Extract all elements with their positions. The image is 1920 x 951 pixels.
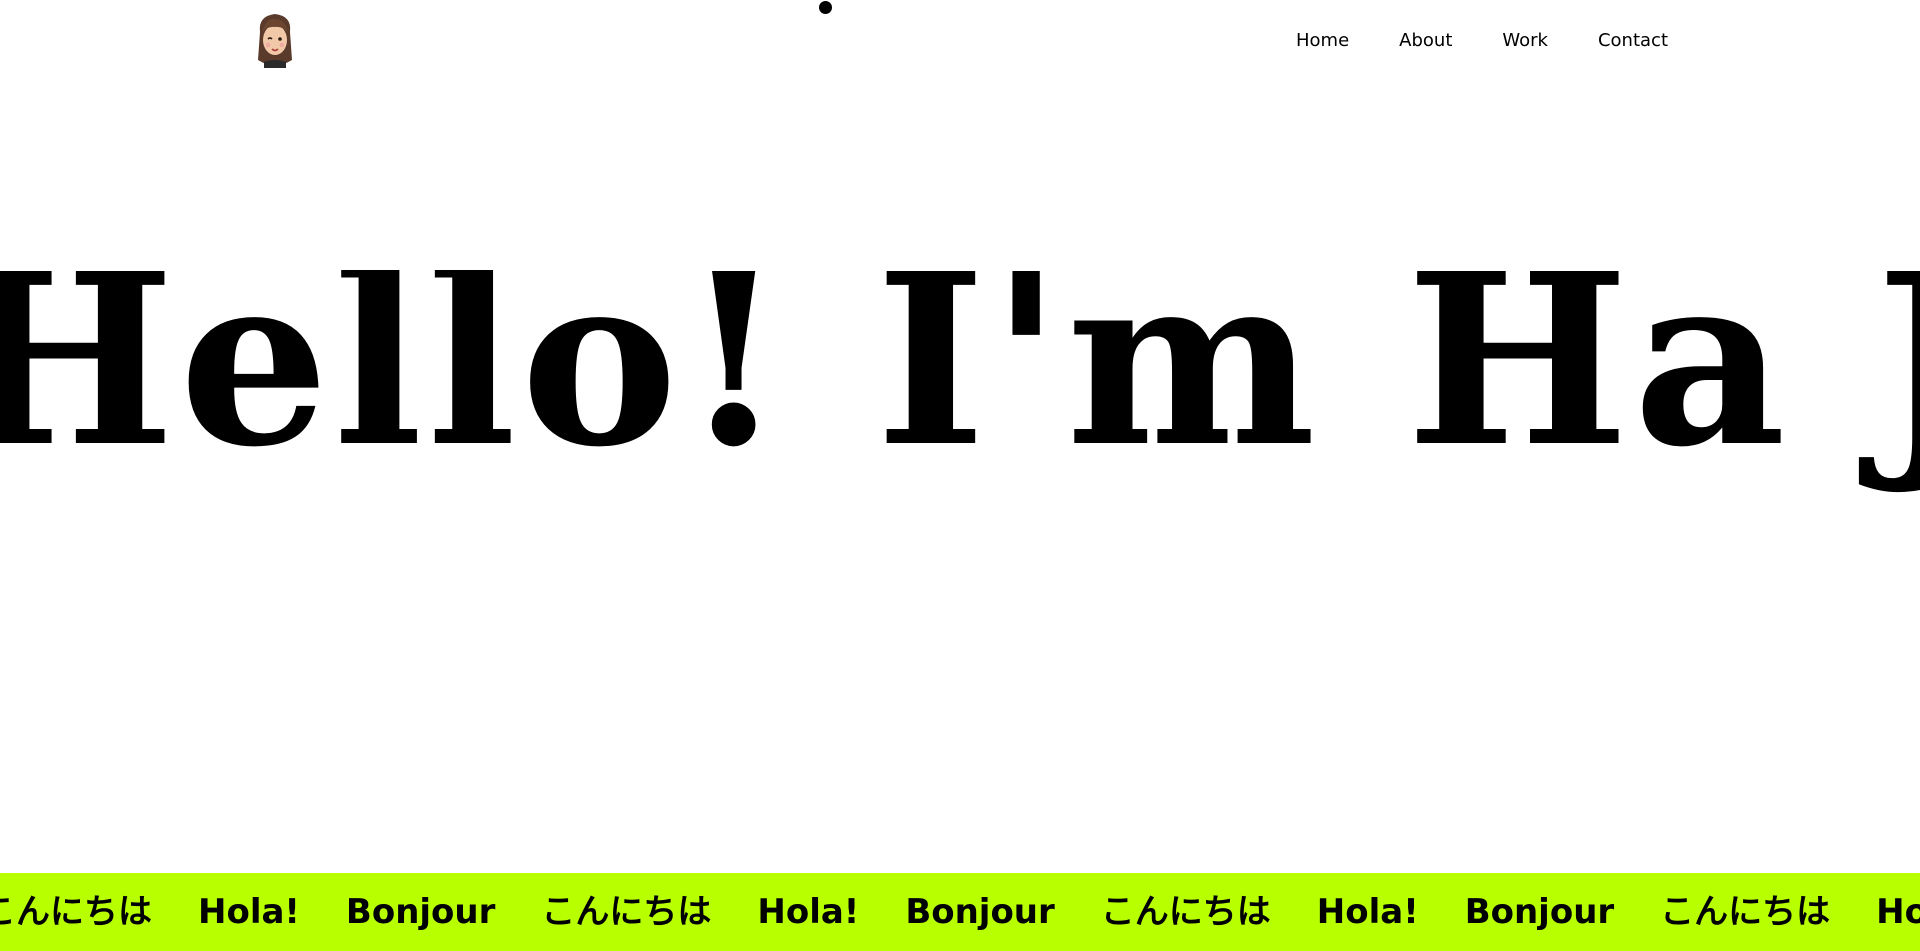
site-header: Home About Work Contact: [0, 0, 1920, 82]
marquee-item: Bonjour: [905, 892, 1055, 932]
hero-section: Hello! I'm Ha Ji—: [0, 270, 1920, 540]
marquee-item: こんにちは: [0, 892, 152, 932]
marquee-item: Bonjour: [1464, 892, 1615, 932]
marquee-item: Bonjour: [345, 892, 496, 932]
marquee-item: Hola!: [1316, 892, 1419, 932]
nav-about-link[interactable]: About: [1399, 28, 1452, 54]
cursor-dot-icon: [819, 1, 832, 14]
marquee-item: こんにちは: [541, 892, 712, 932]
nav-home-link[interactable]: Home: [1296, 28, 1349, 54]
hero-title: Hello! I'm Ha Ji—: [0, 270, 1920, 499]
nav-work-link[interactable]: Work: [1502, 28, 1548, 54]
marquee-item: Hola!: [1876, 892, 1920, 932]
marquee-item: こんにちは: [1100, 892, 1271, 932]
greeting-marquee: こんにちは Hola! Bonjour こんにちは Hola! Bonjour …: [0, 873, 1920, 951]
nav-contact-link[interactable]: Contact: [1598, 28, 1668, 54]
main-nav: Home About Work Contact: [1296, 28, 1668, 54]
marquee-track: こんにちは Hola! Bonjour こんにちは Hola! Bonjour …: [0, 873, 1920, 951]
marquee-item: Hola!: [757, 892, 860, 932]
marquee-item: Hola!: [198, 892, 300, 932]
marquee-item: こんにちは: [1660, 892, 1831, 932]
avatar-icon[interactable]: [252, 10, 298, 70]
